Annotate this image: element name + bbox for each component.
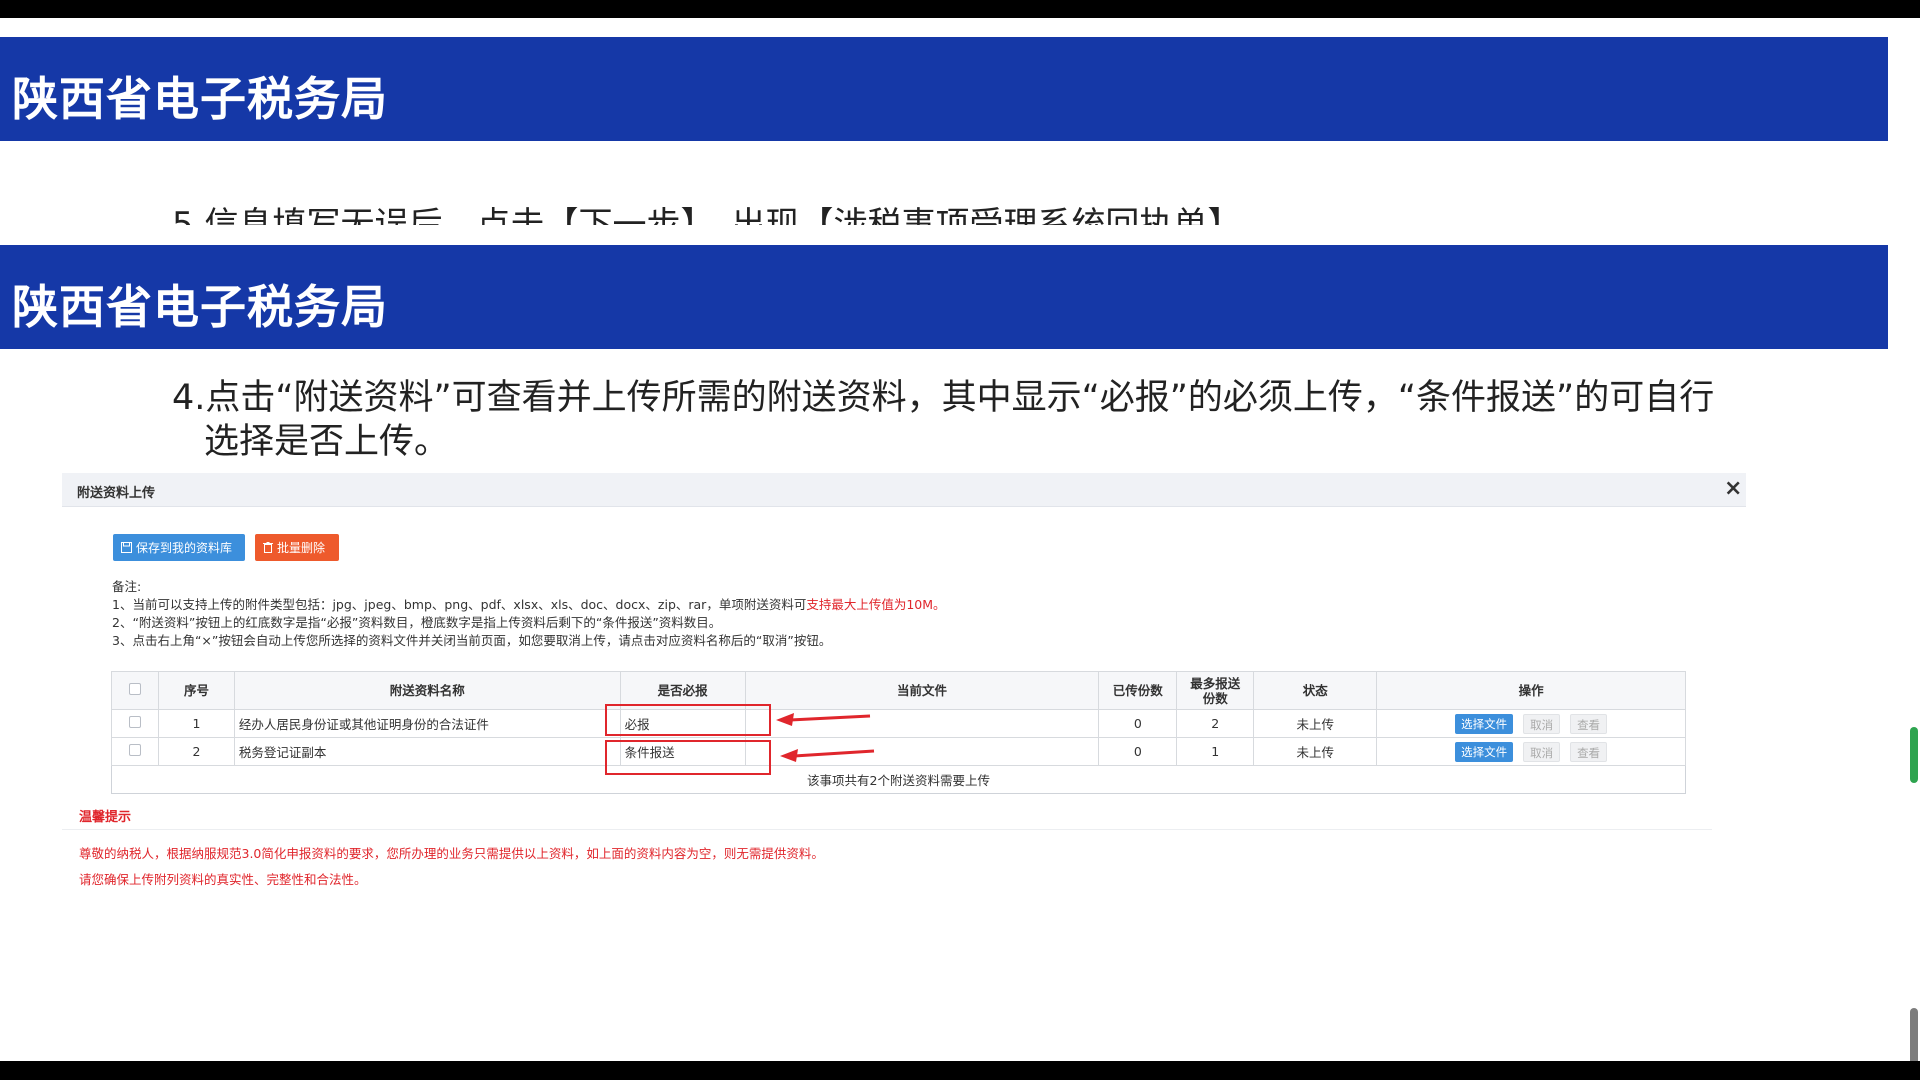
view-button[interactable]: 查看 [1570, 713, 1608, 734]
notes-block: 备注: 1、当前可以支持上传的附件类型包括：jpg、jpeg、bmp、png、p… [112, 578, 946, 650]
row-name: 经办人居民身份证或其他证明身份的合法证件 [233, 709, 621, 738]
row-uploaded: 0 [1098, 737, 1178, 766]
tips-line-2: 请您确保上传附列资料的真实性、完整性和合法性。 [79, 872, 367, 887]
tips-divider [62, 829, 1712, 830]
save-icon [121, 542, 132, 553]
required-highlight-box-1 [605, 704, 771, 736]
note-1-highlight: 支持最大上传值为10M。 [806, 597, 946, 612]
row-uploaded: 0 [1098, 709, 1178, 738]
banner-title: 陕西省电子税务局 [12, 72, 388, 126]
cancel-button[interactable]: 取消 [1523, 713, 1561, 734]
dialog-header: 附送资料上传 × [62, 473, 1746, 507]
select-all-cell [111, 671, 159, 710]
cancel-button[interactable]: 取消 [1523, 741, 1561, 762]
batch-delete-label: 批量删除 [277, 541, 326, 555]
table-header-row: 序号 附送资料名称 是否必报 当前文件 已传份数 最多报送 份数 状态 操作 [111, 671, 1686, 710]
table-summary: 该事项共有2个附送资料需要上传 [807, 773, 990, 788]
row-status: 未上传 [1253, 709, 1378, 738]
note-1: 1、当前可以支持上传的附件类型包括：jpg、jpeg、bmp、png、pdf、x… [112, 596, 946, 614]
slide-canvas: 陕西省电子税务局 5.信息填写无误后，点击【下一步】，出现【涉税事项受理系统回执… [0, 18, 1920, 1061]
scrollbar-thumb[interactable] [1910, 1008, 1918, 1061]
trash-icon [263, 542, 273, 553]
col-status: 状态 [1253, 671, 1378, 710]
row-checkbox-cell [111, 737, 159, 766]
view-button[interactable]: 查看 [1570, 741, 1608, 762]
row-name: 税务登记证副本 [233, 737, 621, 766]
prev-instruction-text: 5.信息填写无误后，点击【下一步】，出现【涉税事项受理系统回执单】 [172, 205, 1242, 225]
row-checkbox[interactable] [128, 716, 141, 728]
col-max: 最多报送 份数 [1176, 671, 1255, 710]
save-to-library-button[interactable]: 保存到我的资料库 [113, 534, 245, 561]
note-2: 2、“附送资料”按钮上的红底数字是指“必报”资料数目，橙底数字是指上传资料后剩下… [112, 615, 722, 630]
table-row: 2 税务登记证副本 条件报送 0 1 未上传 选择文件 取消 查看 [111, 737, 1686, 766]
col-current-file: 当前文件 [744, 671, 1100, 710]
row-status: 未上传 [1253, 737, 1378, 766]
choose-file-button[interactable]: 选择文件 [1455, 741, 1514, 762]
note-1-text: 1、当前可以支持上传的附件类型包括：jpg、jpeg、bmp、png、pdf、x… [112, 597, 807, 612]
tips-title: 温馨提示 [79, 810, 132, 825]
scroll-indicator[interactable] [1910, 727, 1918, 783]
prev-slide-instruction: 5.信息填写无误后，点击【下一步】，出现【涉税事项受理系统回执单】 [172, 175, 1372, 225]
col-uploaded: 已传份数 [1098, 671, 1178, 710]
attachment-upload-dialog: 附送资料上传 × 保存到我的资料库 批量删除 备注: 1、当前可以支持上传的附件… [62, 473, 1746, 1061]
save-to-library-label: 保存到我的资料库 [136, 541, 233, 555]
slide-instruction: 4.点击“附送资料”可查看并上传所需的附送资料，其中显示“必报”的必须上传，“条… [172, 376, 1732, 464]
banner-title: 陕西省电子税务局 [12, 280, 388, 334]
notes-label: 备注: [112, 579, 142, 594]
row-seq: 2 [157, 737, 235, 766]
batch-delete-button[interactable]: 批量删除 [255, 534, 339, 561]
attachments-table: 序号 附送资料名称 是否必报 当前文件 已传份数 最多报送 份数 状态 操作 1 … [111, 671, 1686, 794]
dialog-title: 附送资料上传 [77, 486, 156, 501]
row-ops: 选择文件 取消 查看 [1376, 709, 1686, 738]
col-name: 附送资料名称 [233, 671, 621, 710]
required-highlight-box-2 [605, 740, 771, 775]
row-max: 1 [1176, 737, 1255, 766]
row-max: 2 [1176, 709, 1255, 738]
row-checkbox[interactable] [128, 744, 141, 756]
table-summary-row: 该事项共有2个附送资料需要上传 [112, 766, 1686, 794]
close-icon[interactable]: × [1724, 476, 1742, 501]
row-ops: 选择文件 取消 查看 [1376, 737, 1686, 766]
col-ops: 操作 [1376, 671, 1686, 710]
select-all-checkbox[interactable] [128, 683, 141, 695]
row-checkbox-cell [111, 709, 159, 738]
arrow-icon [776, 713, 871, 726]
col-seq: 序号 [157, 671, 235, 710]
arrow-icon [780, 749, 875, 762]
row-seq: 1 [157, 709, 235, 738]
choose-file-button[interactable]: 选择文件 [1455, 713, 1514, 734]
col-max-line-1: 最多报送 [1190, 675, 1241, 691]
slide-banner: 陕西省电子税务局 [0, 245, 1888, 349]
tips-line-1: 尊敬的纳税人，根据纳服规范3.0简化申报资料的要求，您所办理的业务只需提供以上资… [79, 846, 824, 861]
note-3: 3、点击右上角“×”按钮会自动上传您所选择的资料文件并关闭当前页面，如您要取消上… [112, 633, 832, 648]
instruction-line-2: 选择是否上传。 [204, 422, 450, 462]
table-row: 1 经办人居民身份证或其他证明身份的合法证件 必报 0 2 未上传 选择文件 取… [111, 709, 1686, 738]
instruction-line-1: 4.点击“附送资料”可查看并上传所需的附送资料，其中显示“必报”的必须上传，“条… [172, 378, 1715, 418]
slide-banner-top: 陕西省电子税务局 [0, 37, 1888, 141]
col-max-line-2: 份数 [1202, 690, 1228, 706]
